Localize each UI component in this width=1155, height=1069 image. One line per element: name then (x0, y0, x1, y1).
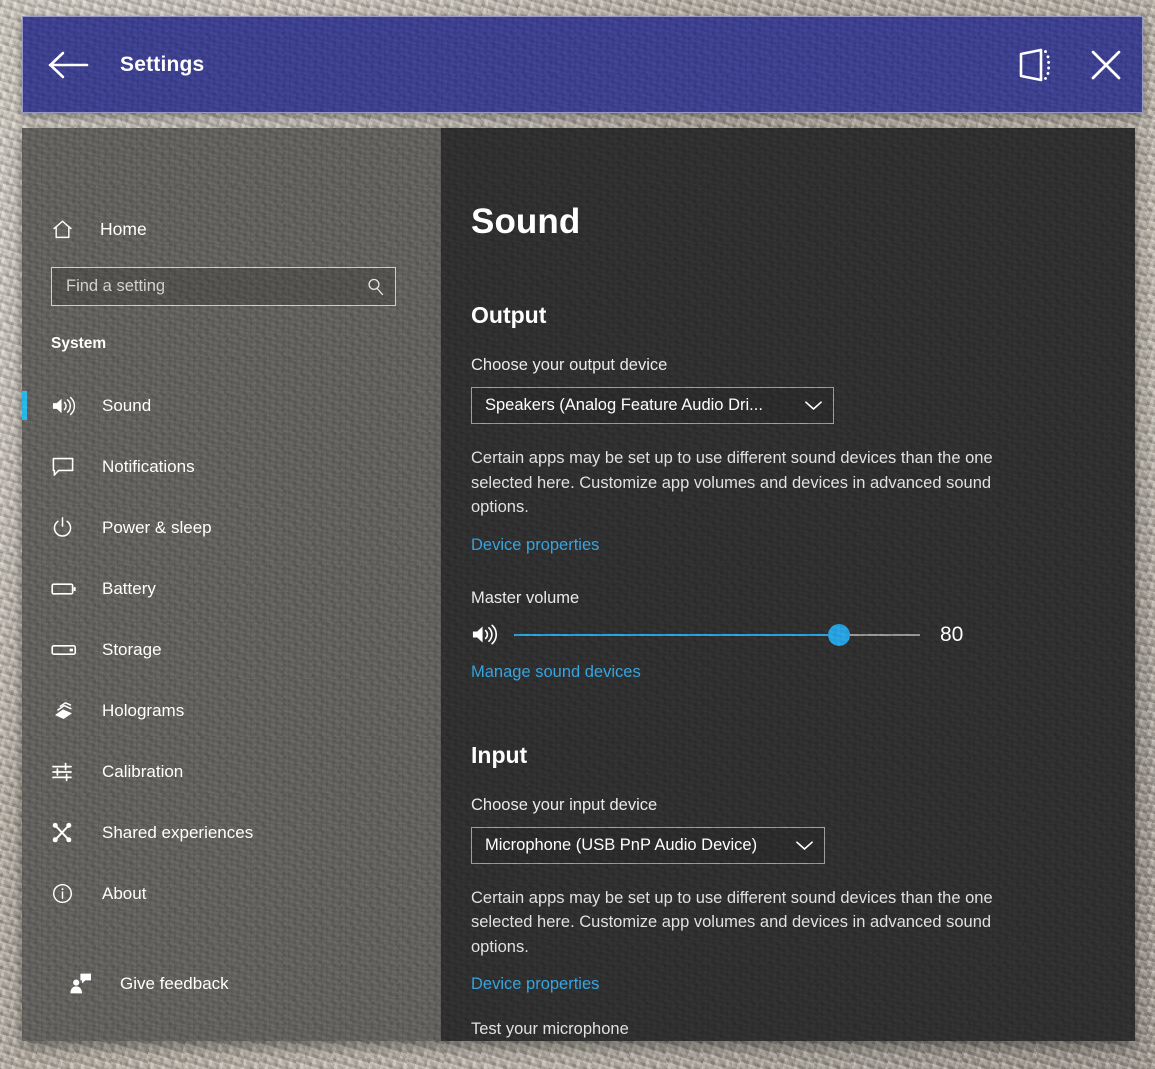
search-input[interactable] (66, 277, 365, 296)
input-section-heading: Input (471, 742, 1135, 769)
sidebar-group-label: System (51, 335, 441, 353)
speaker-icon (51, 395, 81, 417)
sidebar-item-label: Power & sleep (102, 518, 212, 538)
sidebar-item-give-feedback[interactable]: Give feedback (22, 953, 441, 1014)
input-description: Certain apps may be set up to use differ… (471, 886, 1051, 960)
sidebar-item-label: Give feedback (120, 974, 229, 994)
search-icon[interactable] (365, 276, 386, 297)
app-titlebar: Settings (22, 16, 1143, 113)
chevron-down-icon (804, 399, 823, 412)
sidebar-item-notifications[interactable]: Notifications (22, 436, 441, 497)
settings-content: Sound Output Choose your output device S… (441, 128, 1135, 1041)
output-description: Certain apps may be set up to use differ… (471, 446, 1051, 520)
sidebar-item-label: Calibration (102, 762, 183, 782)
slider-fill (514, 634, 839, 637)
input-device-value: Microphone (USB PnP Audio Device) (485, 836, 757, 855)
master-volume-label: Master volume (471, 589, 1135, 608)
test-microphone-label: Test your microphone (471, 1020, 1135, 1039)
speaker-icon[interactable] (471, 623, 505, 646)
search-box[interactable] (51, 267, 396, 306)
slider-thumb[interactable] (828, 624, 850, 646)
input-device-label: Choose your input device (471, 796, 1135, 815)
sidebar-item-label: Notifications (102, 457, 195, 477)
sidebar-nav-list: Sound Notifications (22, 375, 441, 924)
sidebar-item-storage[interactable]: Storage (22, 619, 441, 680)
sidebar-item-label: Shared experiences (102, 823, 253, 843)
input-device-properties-link[interactable]: Device properties (471, 975, 599, 994)
home-icon (51, 218, 81, 241)
settings-sidebar: Home System (22, 128, 441, 1041)
output-device-label: Choose your output device (471, 356, 1135, 375)
sidebar-item-calibration[interactable]: Calibration (22, 741, 441, 802)
master-volume-slider[interactable] (514, 624, 920, 646)
sidebar-item-label: Storage (102, 640, 162, 660)
follow-me-button[interactable] (998, 16, 1070, 113)
master-volume-value: 80 (940, 623, 963, 647)
chevron-down-icon (795, 839, 814, 852)
sidebar-item-battery[interactable]: Battery (22, 558, 441, 619)
app-title: Settings (120, 53, 204, 77)
sidebar-item-label: Battery (102, 579, 156, 599)
sidebar-item-holograms[interactable]: Holograms (22, 680, 441, 741)
manage-sound-devices-link[interactable]: Manage sound devices (471, 663, 641, 682)
settings-window: Home System (22, 128, 1135, 1041)
info-circle-icon (51, 882, 81, 905)
sidebar-item-about[interactable]: About (22, 863, 441, 924)
back-button[interactable] (23, 16, 115, 113)
sidebar-item-sound[interactable]: Sound (22, 375, 441, 436)
output-section-heading: Output (471, 302, 1135, 329)
battery-icon (51, 581, 81, 597)
storage-icon (51, 642, 81, 658)
sidebar-item-label: Home (100, 219, 147, 240)
sliders-icon (51, 761, 81, 783)
master-volume-row: 80 (471, 623, 1135, 647)
sidebar-item-home[interactable]: Home (22, 206, 441, 252)
chat-bubble-icon (51, 456, 81, 478)
sidebar-item-shared-experiences[interactable]: Shared experiences (22, 802, 441, 863)
sidebar-item-label: About (102, 884, 146, 904)
feedback-person-icon (69, 972, 99, 995)
output-device-properties-link[interactable]: Device properties (471, 536, 599, 555)
holograms-icon (51, 700, 81, 722)
sidebar-item-label: Holograms (102, 701, 184, 721)
power-icon (51, 516, 81, 539)
input-device-select[interactable]: Microphone (USB PnP Audio Device) (471, 827, 825, 864)
mixed-reality-scene: Settings (0, 0, 1155, 1069)
close-button[interactable] (1070, 16, 1142, 113)
output-device-value: Speakers (Analog Feature Audio Dri... (485, 396, 763, 415)
share-nodes-icon (51, 822, 81, 844)
sidebar-item-power-sleep[interactable]: Power & sleep (22, 497, 441, 558)
output-device-select[interactable]: Speakers (Analog Feature Audio Dri... (471, 387, 834, 424)
page-title: Sound (471, 202, 1135, 242)
sidebar-item-label: Sound (102, 396, 151, 416)
